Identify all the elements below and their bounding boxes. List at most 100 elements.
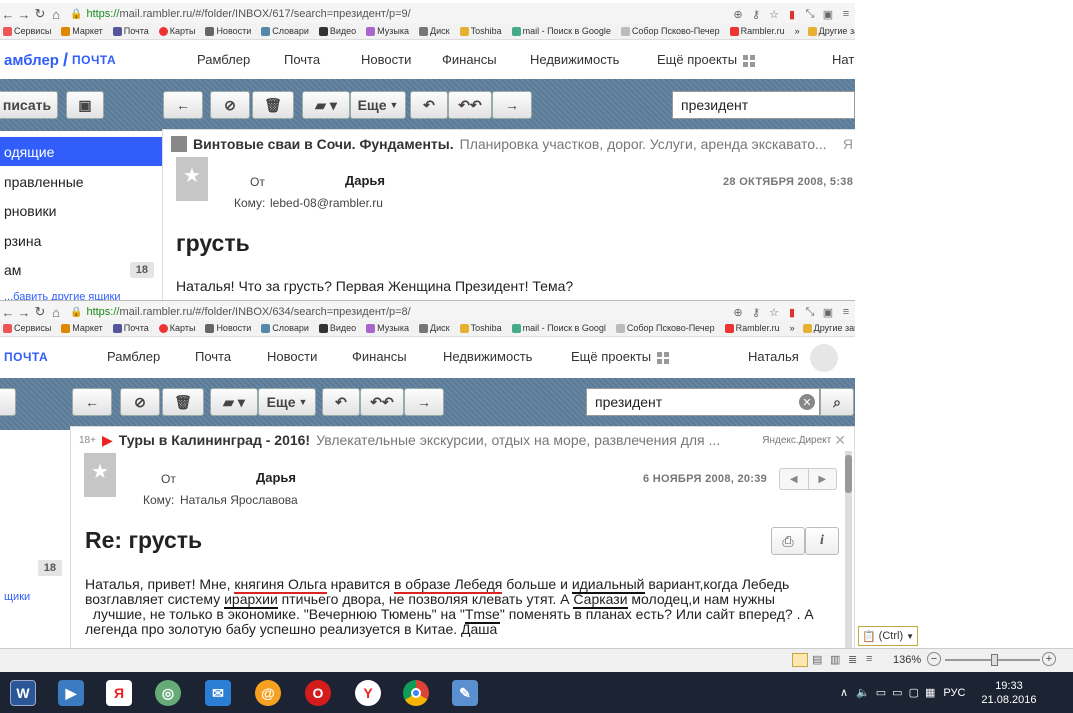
scrollbar-thumb[interactable] [845,455,852,493]
bookmark-item[interactable]: Видео [318,323,356,333]
reply-all-button[interactable]: ↶↶ [360,388,404,416]
other-bookmarks[interactable]: Другие закладки [807,26,855,36]
bookmark-item[interactable]: Музыка [366,26,409,36]
bookmark-item[interactable]: Словари [261,323,309,333]
home-icon[interactable]: ⌂ [48,7,64,22]
bookmark-item[interactable]: Музыка [366,323,409,333]
yandex-icon[interactable]: Y [355,680,381,706]
language-indicator[interactable]: РУС [943,687,965,699]
word-icon[interactable]: W [10,680,36,706]
sidebar-item-drafts[interactable]: рновики [0,196,162,225]
bookmark-item[interactable]: Новости [205,26,251,36]
nav-rambler[interactable]: Рамблер [107,349,160,364]
bookmark-item[interactable]: Сервисы [3,323,51,333]
bookmark-item[interactable]: Видео [318,26,356,36]
battery-icon[interactable]: ▭ [876,686,886,699]
add-mailboxes-link[interactable]: ...бавить другие ящики [4,291,121,300]
outline-icon[interactable]: ≣ [848,653,862,667]
search-button[interactable]: ⌕ [820,388,854,416]
url-field[interactable]: 🔒 https://mail.rambler.ru/#/folder/INBOX… [70,303,729,321]
sidebar-item-spam[interactable]: ам 18 [0,255,162,284]
bookmark-item[interactable]: Toshiba [459,26,502,36]
opera-icon[interactable]: O [305,680,331,706]
rambler-logo[interactable]: амблер / ПОЧТА [4,50,116,71]
zoom-icon[interactable]: ⊕ [729,306,747,319]
menu-icon[interactable]: ≡ [837,8,855,20]
forward-arrow-icon[interactable]: → [16,7,32,22]
zoom-icon[interactable]: ⊕ [729,8,747,21]
sidebar-item-inbox[interactable]: одящие [0,137,162,166]
nav-realty[interactable]: Недвижимость [530,52,619,67]
bookmark-item[interactable]: Собор Псково-Печер [615,323,715,333]
ad-line[interactable]: 18+ ▶ Туры в Калининград - 2016! Увлекате… [79,430,846,450]
chevron-left-icon[interactable]: ◀ [780,469,808,489]
chevron-right-icon[interactable]: » [790,323,795,333]
avatar[interactable] [810,344,838,372]
bookmark-item[interactable]: Собор Псково-Печер [620,26,720,36]
bookmark-item[interactable]: Сервисы [3,26,51,36]
print-layout-icon[interactable]: ▤ [812,653,826,667]
nav-mail[interactable]: Почта [284,52,320,67]
bookmark-item[interactable]: Диск [419,26,450,36]
menu-icon[interactable]: ≡ [837,306,855,318]
extension-icon[interactable]: ⤡ [801,306,819,319]
ad-line[interactable]: Винтовые сваи в Сочи. Фундаменты. Планиро… [171,134,853,154]
move-folder-button[interactable]: ▰ ▾ [210,388,258,416]
paint-icon[interactable]: ✎ [452,680,478,706]
sender-name[interactable]: Дарья [345,173,385,188]
bookmark-item[interactable]: Почта [112,323,149,333]
chevron-up-icon[interactable]: ∧ [840,686,848,699]
recipient[interactable]: lebed-08@rambler.ru [270,196,383,210]
reply-button[interactable]: ↶ [410,91,448,119]
home-icon[interactable]: ⌂ [48,305,64,320]
zoom-out-icon[interactable]: − [927,652,941,666]
keyboard-icon[interactable]: ▦ [925,686,935,699]
bookmark-item[interactable]: Карты [158,26,195,36]
back-arrow-icon[interactable]: ← [0,305,16,320]
extension-flag-icon[interactable]: ▮ [783,8,801,21]
write-button[interactable] [0,388,16,416]
extension-icon[interactable]: ⤡ [801,8,819,21]
other-bookmarks[interactable]: Другие закладки [802,323,855,333]
extension-box-icon[interactable]: ▣ [819,8,837,21]
extension-box-icon[interactable]: ▣ [819,306,837,319]
url-field[interactable]: 🔒 https://mail.rambler.ru/#/folder/INBOX… [70,5,729,23]
nav-more-projects[interactable]: Ещё проекты [657,52,756,67]
message-scrollbar[interactable] [845,451,852,648]
nav-finance[interactable]: Финансы [442,52,497,67]
sidebar-item-trash[interactable]: рзина [0,226,162,255]
bookmark-item[interactable]: mail - Поиск в Google [511,26,611,36]
mail-icon[interactable]: ✉ [205,680,231,706]
contacts-button[interactable]: ▣ [66,91,104,119]
sender-name[interactable]: Дарья [256,470,296,485]
mail-agent-icon[interactable]: @ [255,680,281,706]
bookmark-item[interactable]: Диск [419,323,450,333]
mailboxes-link-2[interactable]: щики [4,591,30,603]
close-icon[interactable]: ✕ [834,432,846,449]
nav-rambler[interactable]: Рамблер [197,52,250,67]
zoom-slider-thumb[interactable] [991,654,998,666]
read-mode-icon[interactable] [792,653,808,667]
delete-button[interactable]: 🗑 [162,388,204,416]
bookmark-item[interactable]: Карты [158,323,195,333]
media-player-icon[interactable]: ▶ [58,680,84,706]
more-button[interactable]: Еще ▼ [258,388,316,416]
delete-button[interactable]: 🗑 [252,91,294,119]
clock[interactable]: 19:33 21.08.2016 [981,679,1036,707]
bookmark-item[interactable]: Toshiba [459,323,502,333]
bookmark-item[interactable]: Маркет [61,26,103,36]
chrome-icon[interactable] [403,680,429,706]
forward-arrow-icon[interactable]: → [16,305,32,320]
zoom-in-icon[interactable]: + [1042,652,1056,666]
reload-icon[interactable]: ↻ [32,6,48,22]
back-arrow-icon[interactable]: ← [0,7,16,22]
nav-news[interactable]: Новости [361,52,411,67]
yandex-browser-icon[interactable]: Я [106,680,132,706]
notification-icon[interactable]: ▢ [909,686,919,699]
zoom-level[interactable]: 136% [893,654,921,666]
forward-button[interactable]: → [492,91,532,119]
web-layout-icon[interactable]: ▥ [830,653,844,667]
star-flag[interactable]: ★ [176,157,208,201]
network-icon[interactable]: ▭ [892,686,902,699]
sidebar-item-sent[interactable]: правленные [0,167,162,196]
